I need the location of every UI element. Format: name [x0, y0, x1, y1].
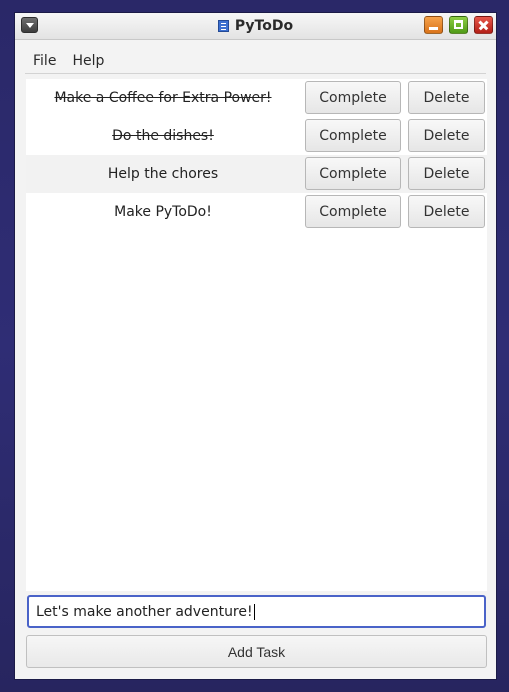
new-task-input[interactable]: Let's make another adventure!: [27, 595, 486, 628]
task-label: Make a Coffee for Extra Power!: [54, 90, 272, 106]
complete-button[interactable]: Complete: [305, 81, 401, 114]
task-row: Make a Coffee for Extra Power! Complete …: [26, 79, 487, 117]
task-row: Do the dishes! Complete Delete: [26, 117, 487, 155]
new-task-text: Let's make another adventure!: [36, 603, 253, 620]
minimize-icon[interactable]: [424, 16, 443, 34]
delete-button[interactable]: Delete: [408, 157, 485, 190]
delete-button[interactable]: Delete: [408, 195, 485, 228]
task-label: Do the dishes!: [112, 128, 214, 144]
menu-help[interactable]: Help: [64, 53, 112, 69]
window-title: PyToDo: [234, 18, 294, 34]
delete-button[interactable]: Delete: [408, 119, 485, 152]
complete-button[interactable]: Complete: [305, 157, 401, 190]
title-bar[interactable]: PyToDo: [15, 13, 496, 40]
task-label: Make PyToDo!: [114, 204, 212, 220]
maximize-icon[interactable]: [449, 16, 468, 34]
menu-bar: File Help: [25, 49, 486, 74]
text-caret: [253, 603, 255, 620]
complete-button[interactable]: Complete: [305, 195, 401, 228]
menu-file[interactable]: File: [25, 53, 64, 69]
task-list: Make a Coffee for Extra Power! Complete …: [26, 79, 487, 591]
task-row: Make PyToDo! Complete Delete: [26, 193, 487, 231]
task-row: Help the chores Complete Delete: [26, 155, 487, 193]
app-window: PyToDo File Help Make a Coffee for Extra…: [14, 12, 497, 680]
app-icon: [217, 20, 229, 32]
delete-button[interactable]: Delete: [408, 81, 485, 114]
task-label: Help the chores: [107, 166, 219, 182]
add-task-button[interactable]: Add Task: [26, 635, 487, 668]
close-icon[interactable]: [474, 16, 493, 34]
complete-button[interactable]: Complete: [305, 119, 401, 152]
